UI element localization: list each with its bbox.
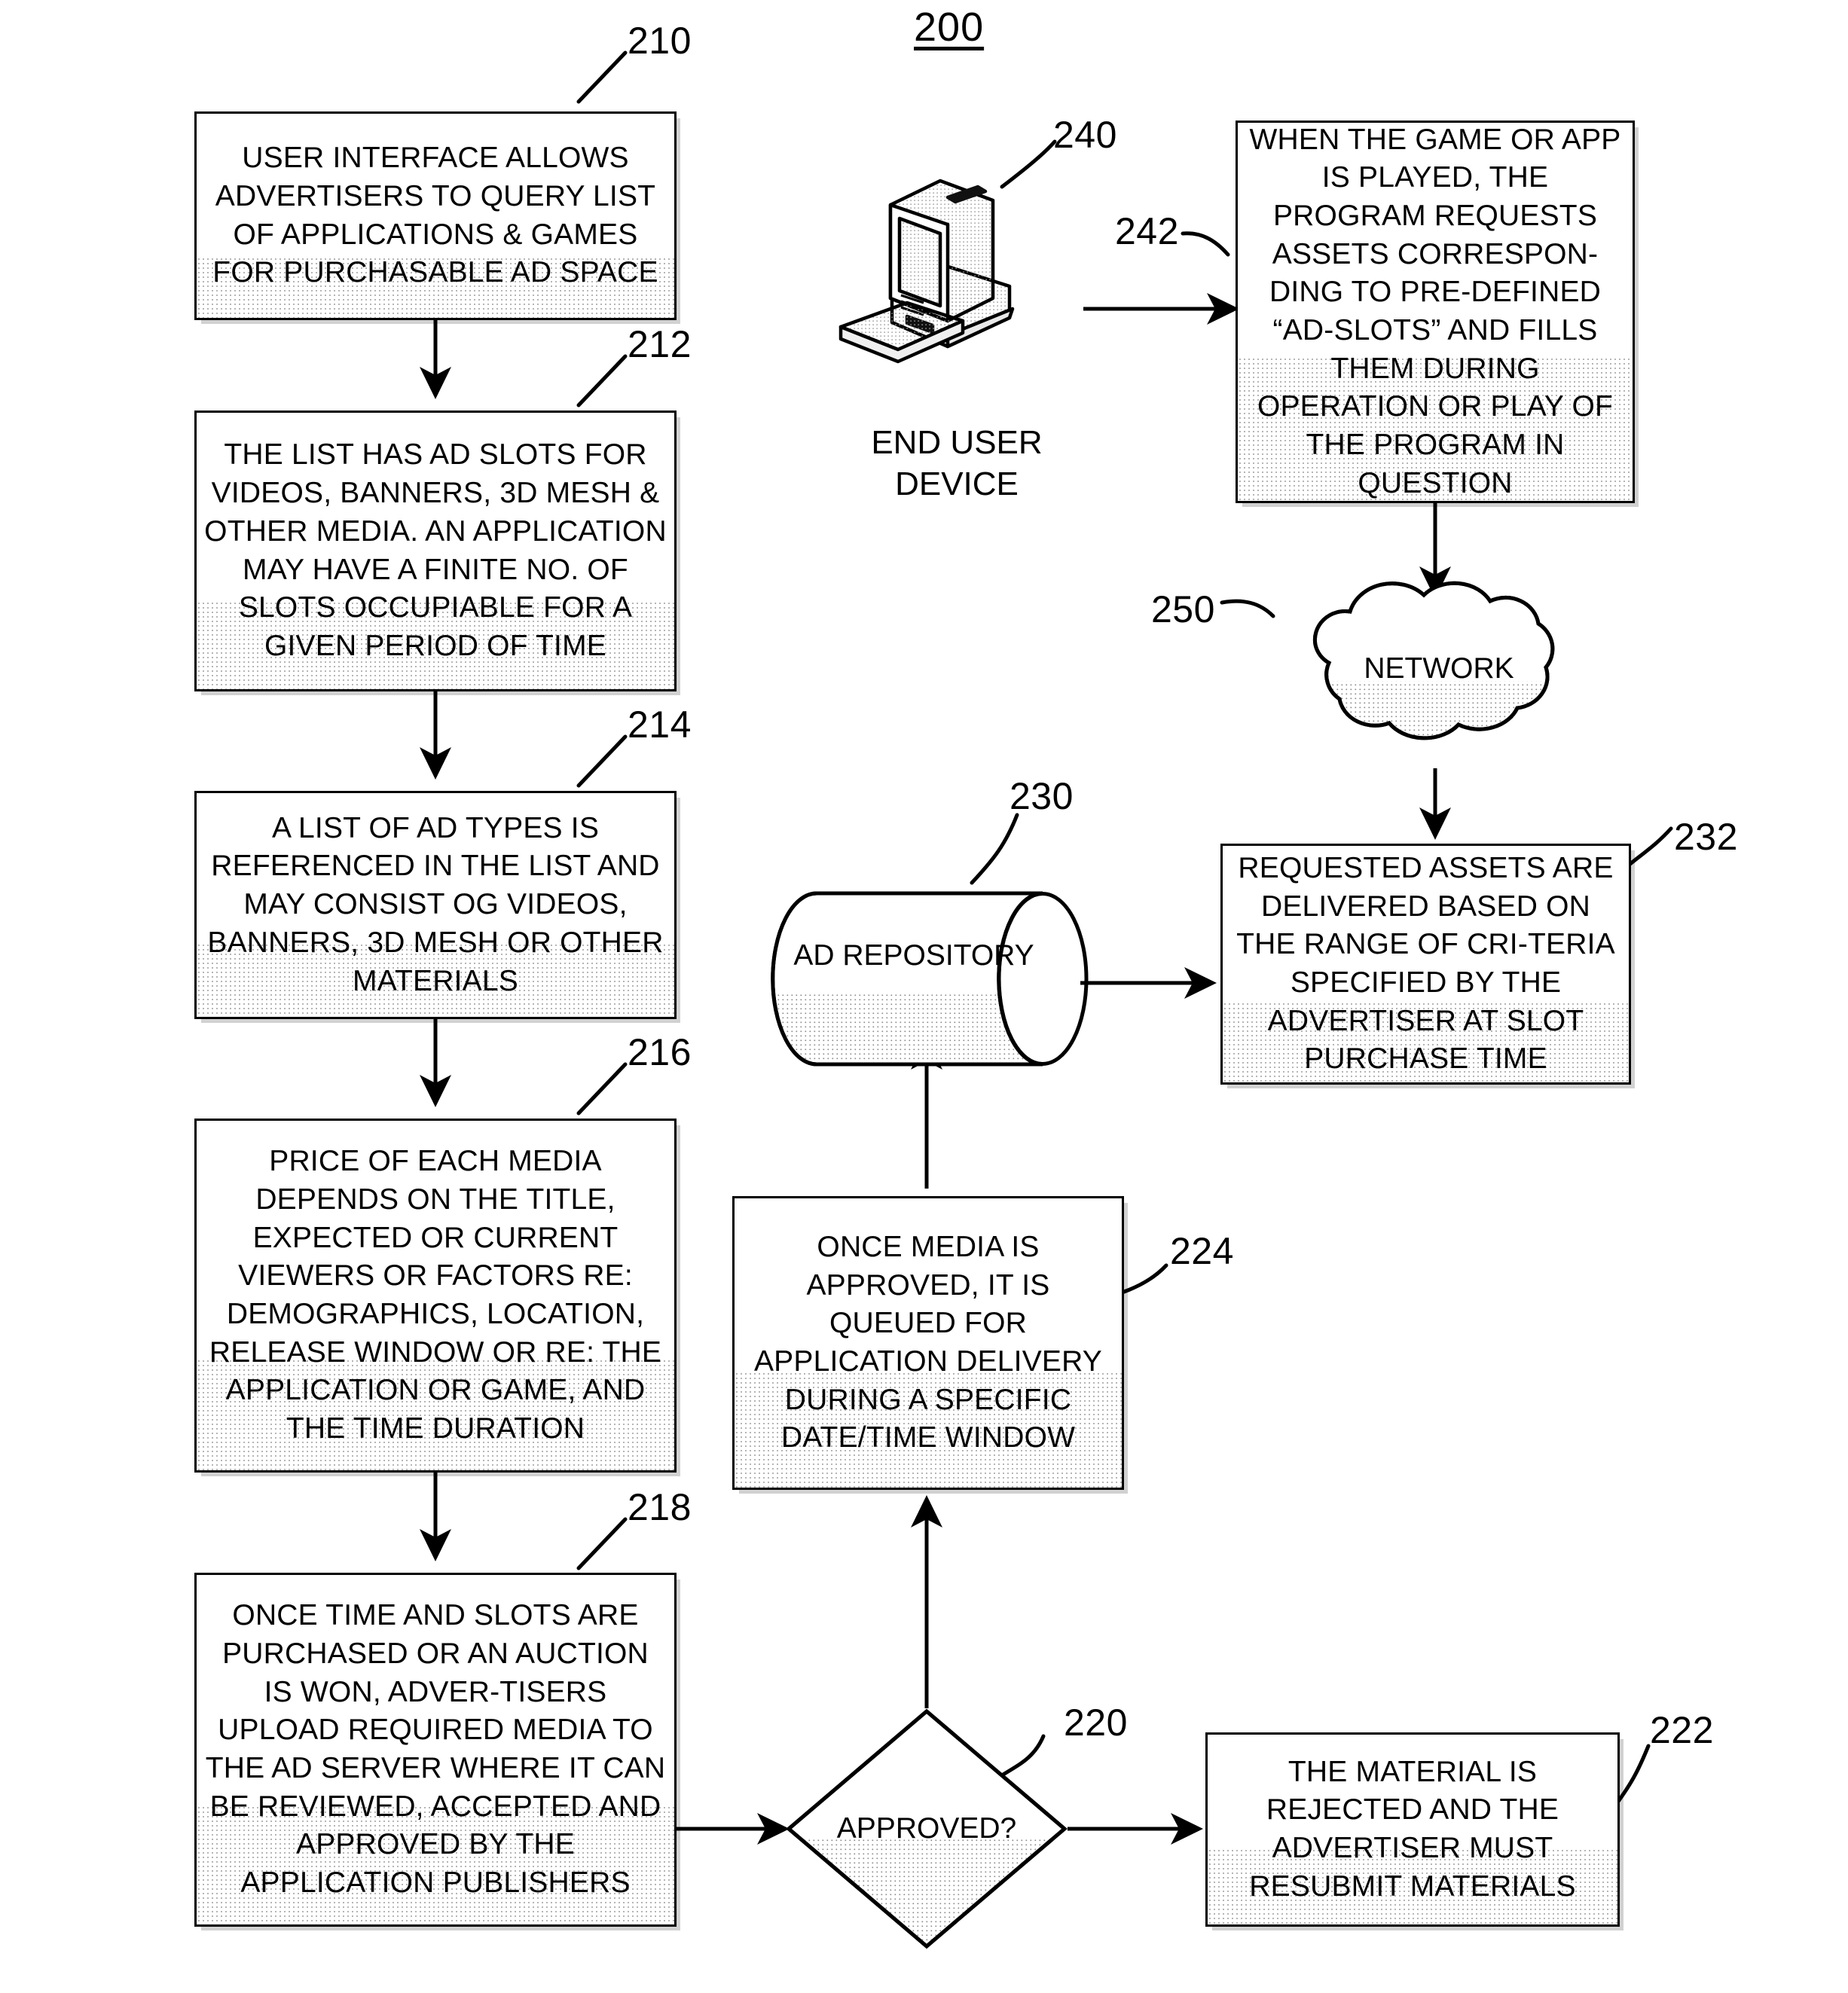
process-box-210: USER INTERFACE ALLOWS ADVERTISERS TO QUE… (194, 111, 677, 320)
end-user-device-icon (835, 158, 1083, 384)
process-box-212-text: THE LIST HAS AD SLOTS FOR VIDEOS, BANNER… (204, 438, 667, 662)
leader-216 (576, 1062, 628, 1116)
process-box-216-text: PRICE OF EACH MEDIA DEPENDS ON THE TITLE… (209, 1145, 662, 1445)
ref-number-240: 240 (1053, 114, 1117, 156)
figure-number: 200 (914, 5, 985, 50)
ref-number-212: 212 (628, 323, 692, 365)
leader-242 (1181, 231, 1230, 257)
ref-number-222: 222 (1650, 1709, 1714, 1751)
patent-figure-canvas: 200 USER INTERFACE ALLOWS ADVERTISERS TO… (0, 0, 1848, 1993)
ref-number-218: 218 (628, 1486, 692, 1528)
process-box-218: ONCE TIME AND SLOTS ARE PURCHASED OR AN … (194, 1573, 677, 1927)
process-box-216: PRICE OF EACH MEDIA DEPENDS ON THE TITLE… (194, 1119, 677, 1473)
network-cloud-250: NETWORK (1251, 580, 1627, 772)
leader-230 (970, 813, 1019, 885)
process-box-222: THE MATERIAL IS REJECTED AND THE ADVERTI… (1205, 1732, 1620, 1927)
ref-number-224: 224 (1170, 1230, 1234, 1272)
process-box-224: ONCE MEDIA IS APPROVED, IT IS QUEUED FOR… (732, 1196, 1124, 1490)
process-box-222-text: THE MATERIAL IS REJECTED AND THE ADVERTI… (1249, 1755, 1576, 1903)
ref-number-220: 220 (1064, 1702, 1128, 1744)
ref-number-230: 230 (1010, 775, 1074, 817)
ref-number-232: 232 (1674, 816, 1738, 858)
ref-number-250: 250 (1151, 588, 1215, 630)
leader-214 (576, 734, 628, 788)
process-box-242-text: WHEN THE GAME OR APP IS PLAYED, THE PROG… (1249, 123, 1621, 499)
process-box-210-text: USER INTERFACE ALLOWS ADVERTISERS TO QUE… (212, 142, 658, 289)
end-user-device-caption: END USER DEVICE (871, 424, 1043, 502)
leader-232 (1625, 826, 1673, 868)
ref-number-242: 242 (1115, 210, 1179, 252)
ref-number-210: 210 (628, 20, 692, 62)
decision-diamond-220-label: APPROVED? (836, 1812, 1017, 1845)
process-box-212: THE LIST HAS AD SLOTS FOR VIDEOS, BANNER… (194, 411, 677, 691)
leader-212 (576, 354, 628, 407)
process-box-242: WHEN THE GAME OR APP IS PLAYED, THE PROG… (1236, 121, 1635, 503)
process-box-224-text: ONCE MEDIA IS APPROVED, IT IS QUEUED FOR… (753, 1230, 1103, 1454)
process-box-214-text: A LIST OF AD TYPES IS REFERENCED IN THE … (207, 811, 664, 997)
ref-number-216: 216 (628, 1031, 692, 1073)
process-box-232: REQUESTED ASSETS ARE DELIVERED BASED ON … (1220, 844, 1631, 1085)
leader-210 (576, 50, 628, 104)
process-box-232-text: REQUESTED ASSETS ARE DELIVERED BASED ON … (1236, 851, 1615, 1076)
leader-218 (576, 1517, 628, 1570)
ref-number-214: 214 (628, 704, 692, 746)
process-box-218-text: ONCE TIME AND SLOTS ARE PURCHASED OR AN … (205, 1599, 666, 1900)
decision-diamond-220: APPROVED? (786, 1708, 1068, 1949)
process-box-214: A LIST OF AD TYPES IS REFERENCED IN THE … (194, 791, 677, 1019)
database-cylinder-230: AD REPOSITORY (771, 890, 1089, 1067)
